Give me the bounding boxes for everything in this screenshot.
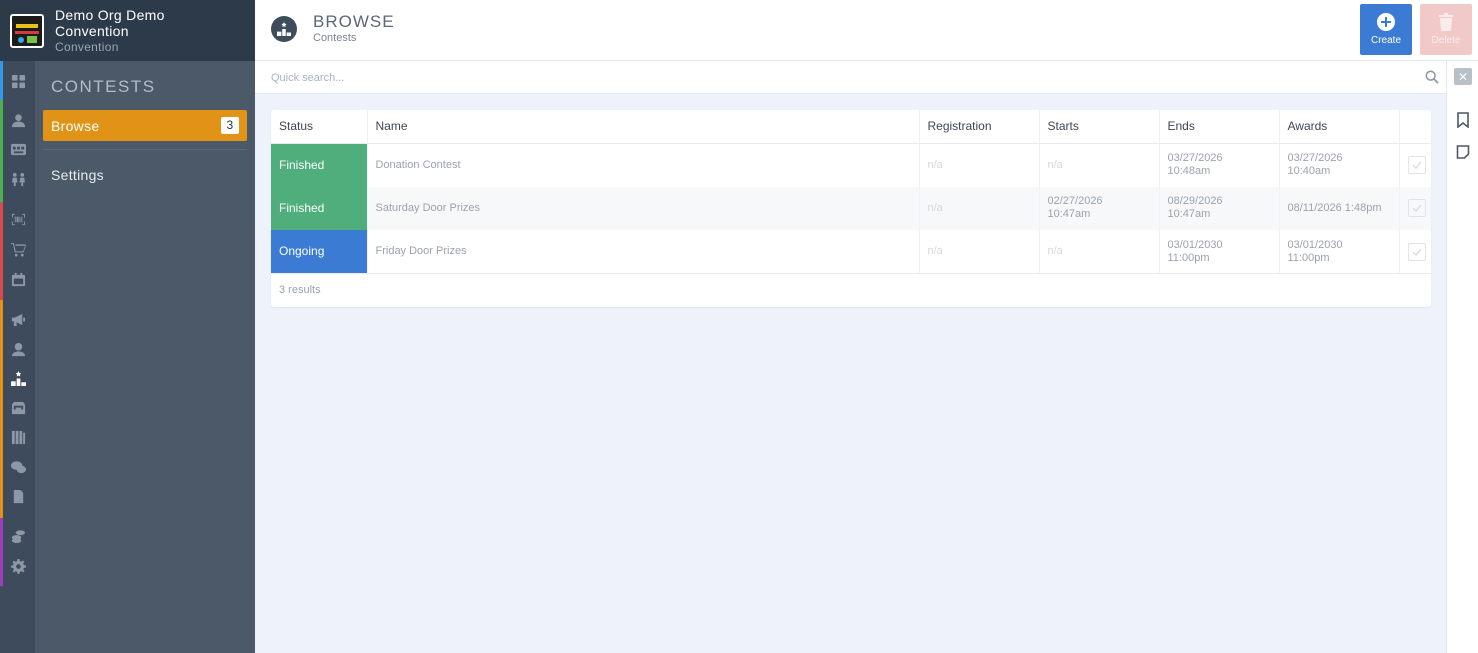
coins-icon[interactable] — [10, 528, 26, 544]
column-header-awards[interactable]: Awards — [1279, 110, 1400, 144]
org-logo — [10, 13, 44, 48]
library-icon[interactable] — [10, 429, 26, 445]
page-subtitle: Contests — [313, 32, 357, 44]
registration-cell: n/a — [919, 230, 1040, 274]
column-header-starts[interactable]: Starts — [1039, 110, 1160, 144]
person-icon[interactable] — [10, 112, 26, 128]
close-icon[interactable]: ✕ — [1454, 68, 1472, 85]
submenu-item-label: Settings — [51, 166, 104, 183]
megaphone-icon[interactable] — [10, 311, 26, 327]
table-row[interactable]: Ongoing Friday Door Prizes n/a n/a 03/01… — [271, 230, 1431, 274]
icon-rail — [0, 61, 35, 653]
contests-submenu: CONTESTS Browse 3 Settings — [35, 61, 255, 653]
status-badge: Finished — [271, 186, 368, 230]
delete-label: Delete — [1431, 35, 1461, 46]
note-icon[interactable] — [1456, 144, 1470, 160]
column-header-ends[interactable]: Ends — [1159, 110, 1280, 144]
check-icon — [1412, 161, 1422, 170]
select-cell — [1399, 230, 1431, 274]
select-cell — [1399, 186, 1431, 230]
bookmark-icon[interactable] — [1456, 112, 1470, 128]
org-subtitle: Convention — [55, 39, 119, 54]
inbox-icon[interactable] — [10, 400, 26, 416]
column-header-status[interactable]: Status — [271, 110, 368, 144]
awards-cell: 03/01/2030 11:00pm — [1279, 230, 1400, 274]
contests-table: Status Name Registration Starts Ends Awa… — [271, 110, 1431, 274]
page-title: BROWSE — [313, 12, 395, 31]
select-cell — [1399, 143, 1431, 187]
create-label: Create — [1370, 35, 1401, 46]
submenu-item-browse[interactable]: Browse 3 — [43, 110, 247, 141]
create-button[interactable]: Create — [1360, 4, 1412, 55]
podium-icon[interactable] — [10, 370, 26, 386]
search-icon[interactable] — [1425, 70, 1439, 84]
table-row[interactable]: Finished Donation Contest n/a n/a 03/27/… — [271, 143, 1431, 187]
right-rail: ✕ — [1446, 61, 1478, 653]
user-tie-icon[interactable] — [10, 341, 26, 357]
starts-cell: 02/27/2026 10:47am — [1039, 186, 1160, 230]
row-checkbox[interactable] — [1407, 156, 1426, 174]
status-badge: Ongoing — [271, 230, 368, 274]
submenu-divider — [43, 149, 247, 150]
document-icon[interactable] — [10, 488, 26, 504]
calendar-icon[interactable] — [10, 271, 26, 287]
row-checkbox[interactable] — [1407, 242, 1426, 261]
ends-cell: 03/01/2030 11:00pm — [1159, 230, 1280, 274]
people-icon[interactable] — [10, 171, 26, 187]
status-badge: Finished — [271, 143, 368, 187]
plus-circle-icon — [1377, 13, 1395, 31]
column-header-registration[interactable]: Registration — [919, 110, 1040, 144]
podium-icon — [271, 16, 297, 42]
awards-cell: 08/11/2026 1:48pm — [1279, 186, 1400, 230]
org-header[interactable]: Demo Org Demo Convention Convention — [0, 0, 255, 61]
registration-cell: n/a — [919, 143, 1040, 187]
column-header-name[interactable]: Name — [367, 110, 920, 144]
check-icon — [1412, 204, 1422, 213]
starts-cell: n/a — [1039, 143, 1160, 187]
awards-cell: 03/27/2026 10:40am — [1279, 143, 1400, 187]
check-icon — [1412, 248, 1422, 256]
delete-button[interactable]: Delete — [1420, 4, 1472, 55]
contests-table-card: Status Name Registration Starts Ends Awa… — [271, 110, 1431, 307]
chat-icon[interactable] — [10, 459, 26, 475]
column-header-select — [1399, 110, 1431, 144]
contest-name[interactable]: Friday Door Prizes — [367, 230, 920, 274]
table-divider — [271, 273, 1431, 274]
starts-cell: n/a — [1039, 230, 1160, 274]
barcode-icon[interactable] — [10, 211, 26, 227]
submenu-item-settings[interactable]: Settings — [43, 159, 247, 190]
count-badge: 3 — [221, 117, 239, 134]
page-header: BROWSE Contests Create Delete — [255, 0, 1478, 61]
org-name: Demo Org Demo Convention — [55, 6, 165, 39]
table-row[interactable]: Finished Saturday Door Prizes n/a 02/27/… — [271, 186, 1431, 230]
contest-name[interactable]: Saturday Door Prizes — [367, 186, 920, 230]
badge-icon[interactable] — [10, 141, 26, 157]
registration-cell: n/a — [919, 186, 1040, 230]
gear-icon[interactable] — [10, 558, 26, 574]
cart-icon[interactable] — [10, 241, 26, 257]
trash-icon — [1439, 13, 1453, 31]
dashboard-icon[interactable] — [10, 73, 26, 89]
row-checkbox[interactable] — [1407, 199, 1426, 218]
ends-cell: 08/29/2026 10:47am — [1159, 186, 1280, 230]
table-header-row: Status Name Registration Starts Ends Awa… — [271, 110, 1431, 144]
search-input[interactable] — [271, 69, 1401, 87]
contest-name[interactable]: Donation Contest — [367, 143, 920, 187]
submenu-item-label: Browse — [51, 117, 100, 134]
results-count: 3 results — [279, 284, 321, 296]
ends-cell: 03/27/2026 10:48am — [1159, 143, 1280, 187]
search-bar — [255, 61, 1446, 94]
submenu-title: CONTESTS — [51, 77, 156, 96]
